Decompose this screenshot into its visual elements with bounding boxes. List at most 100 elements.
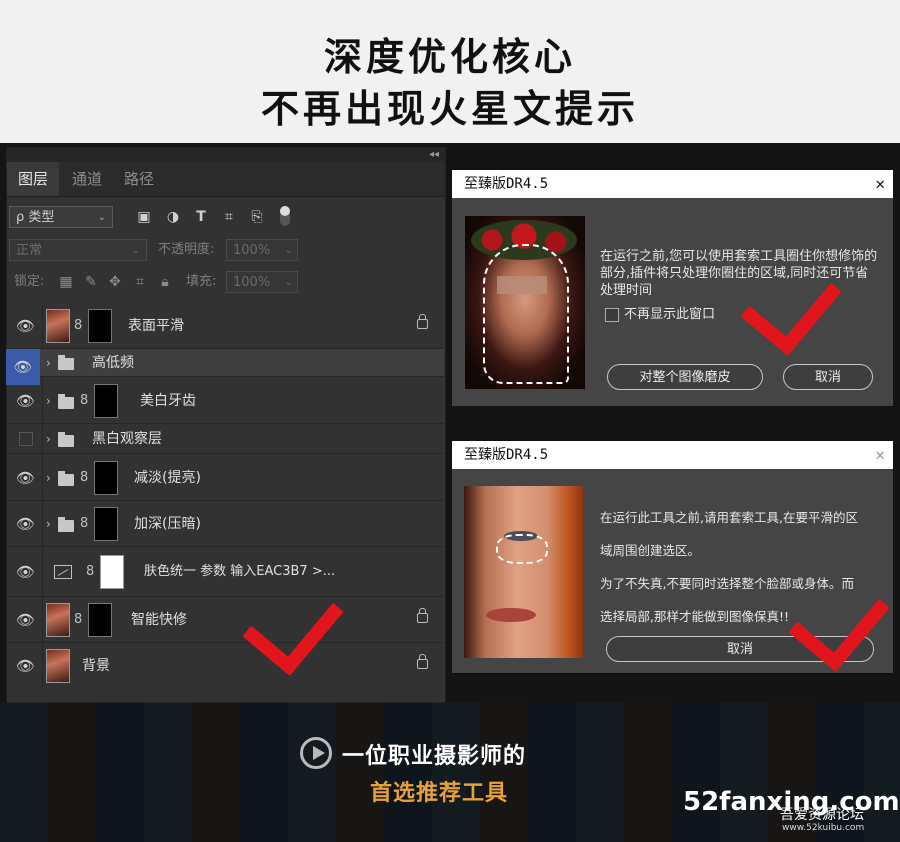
- chevron-right-icon[interactable]: ›: [46, 501, 51, 547]
- filter-value: ρ 类型: [16, 210, 55, 225]
- tab-channels[interactable]: 通道: [61, 162, 113, 196]
- chevron-right-icon[interactable]: ›: [46, 349, 51, 377]
- layer-mask-thumbnail[interactable]: [88, 603, 112, 637]
- layer-row[interactable]: 👁︎ › 8 减淡(提亮): [6, 455, 444, 501]
- eye-icon[interactable]: 👁︎: [16, 317, 35, 335]
- dialog-title: 至臻版DR4.5 ✕: [452, 441, 893, 469]
- link-icon: 8: [80, 393, 89, 408]
- smart-object-filter-icon[interactable]: ⎘: [248, 206, 266, 228]
- collapse-icon[interactable]: ◂◂: [429, 148, 439, 162]
- lock-position-icon[interactable]: ✥: [106, 271, 124, 293]
- filter-toggle[interactable]: [280, 206, 290, 226]
- chevron-down-icon: ⌄: [97, 212, 106, 223]
- layer-name: 智能快修: [131, 612, 187, 628]
- eye-icon[interactable]: 👁︎: [16, 657, 35, 675]
- watermark-url: www.52kuibu.com: [782, 823, 865, 833]
- eye-icon[interactable]: 👁︎: [16, 611, 35, 629]
- layer-row[interactable]: 👁︎ 8 肤色统一 参数 输入EAC3B7 >...: [6, 547, 444, 597]
- folder-icon: [58, 394, 74, 409]
- shape-filter-icon[interactable]: ⌗: [220, 206, 238, 228]
- adjustment-filter-icon[interactable]: ◑: [164, 206, 182, 228]
- portrait-preview-image: [464, 486, 583, 658]
- chevron-right-icon[interactable]: ›: [46, 378, 51, 424]
- layer-row[interactable]: 👁︎ 8 表面平滑: [6, 303, 444, 349]
- layer-filter-select[interactable]: ρ 类型 ⌄: [9, 206, 113, 228]
- link-icon: 8: [80, 470, 89, 485]
- lock-icon: [417, 608, 428, 623]
- message-line: 域周围创建选区。: [600, 543, 701, 558]
- folder-icon: [58, 355, 74, 370]
- blend-mode-value: 正常: [16, 243, 43, 258]
- headline-line2: 不再出现火星文提示: [260, 87, 639, 131]
- lock-transparent-icon[interactable]: ▦: [57, 271, 75, 293]
- layer-name: 减淡(提亮): [134, 470, 201, 486]
- layer-thumbnail: [46, 649, 70, 683]
- layer-name: 美白牙齿: [140, 393, 196, 409]
- layer-row[interactable]: 👁︎ › 8 加深(压暗): [6, 501, 444, 547]
- cancel-button[interactable]: 取消: [783, 364, 873, 390]
- layer-row[interactable]: 👁︎ › 高低频: [6, 349, 444, 385]
- portrait-preview-image: [465, 216, 585, 389]
- headline-line1: 深度优化核心: [323, 35, 576, 79]
- dialog-title-text: 至臻版DR4.5: [464, 176, 549, 192]
- lock-icon: [417, 654, 428, 669]
- eye-icon[interactable]: 👁︎: [16, 563, 35, 581]
- dont-show-checkbox[interactable]: [605, 308, 619, 322]
- chevron-down-icon: ⌄: [284, 277, 293, 288]
- play-icon: [300, 737, 332, 769]
- eye-icon[interactable]: 👁︎: [16, 515, 35, 533]
- eye-icon[interactable]: 👁︎: [16, 392, 35, 410]
- layer-mask-thumbnail[interactable]: [94, 507, 118, 541]
- fill-label: 填充:: [186, 274, 217, 289]
- close-icon[interactable]: ✕: [875, 441, 885, 469]
- lasso-selection: [496, 534, 548, 564]
- opacity-field[interactable]: 100% ⌄: [226, 239, 298, 261]
- folder-icon: [58, 471, 74, 486]
- panel-titlebar: ◂◂: [7, 148, 445, 162]
- close-icon[interactable]: ✕: [875, 170, 885, 198]
- smooth-whole-image-button[interactable]: 对整个图像磨皮: [607, 364, 763, 390]
- link-icon: 8: [74, 612, 83, 627]
- layer-mask-thumbnail[interactable]: [94, 384, 118, 418]
- eye-icon[interactable]: 👁︎: [16, 469, 35, 487]
- fill-value: 100%: [233, 275, 271, 290]
- slogan-line2: 首选推荐工具: [370, 781, 509, 806]
- link-icon: 8: [80, 516, 89, 531]
- layer-mask-thumbnail[interactable]: [100, 555, 124, 589]
- layer-name: 加深(压暗): [134, 516, 201, 532]
- image-filter-icon[interactable]: ▣: [135, 206, 153, 228]
- type-filter-icon[interactable]: T: [192, 206, 210, 228]
- lock-label: 锁定:: [14, 274, 45, 289]
- blend-mode-select[interactable]: 正常 ⌄: [9, 239, 147, 261]
- lock-icon: [417, 314, 428, 329]
- folder-icon: [58, 517, 74, 532]
- dont-show-label: 不再显示此窗口: [624, 307, 716, 322]
- opacity-label: 不透明度:: [158, 242, 215, 257]
- layer-name: 表面平滑: [128, 318, 184, 334]
- layer-row[interactable]: 👁︎ › 8 美白牙齿: [6, 378, 444, 424]
- slogan-line1: 一位职业摄影师的: [342, 744, 527, 769]
- layer-name: 黑白观察层: [92, 431, 162, 447]
- tab-paths[interactable]: 路径: [113, 162, 165, 196]
- layer-row[interactable]: 👁︎ 8 智能快修: [6, 597, 444, 643]
- layer-thumbnail: [46, 603, 70, 637]
- chevron-right-icon[interactable]: ›: [46, 455, 51, 501]
- layer-row[interactable]: 👁︎ 背景: [6, 643, 444, 689]
- lock-all-icon[interactable]: 🔒︎: [156, 271, 174, 293]
- link-icon: 8: [74, 318, 83, 333]
- opacity-value: 100%: [233, 243, 271, 258]
- layer-mask-thumbnail[interactable]: [88, 309, 112, 343]
- curves-adjustment-icon: [54, 565, 72, 579]
- tab-layers[interactable]: 图层: [7, 162, 59, 196]
- lock-artboard-icon[interactable]: ⌗: [131, 271, 149, 293]
- dialog-title-text: 至臻版DR4.5: [464, 447, 549, 463]
- visibility-box[interactable]: [19, 432, 33, 446]
- layer-row[interactable]: › 黑白观察层: [6, 424, 444, 454]
- layer-mask-thumbnail[interactable]: [94, 461, 118, 495]
- chevron-right-icon[interactable]: ›: [46, 424, 51, 454]
- link-icon: 8: [86, 564, 95, 579]
- panel-tabs: 图层 通道 路径: [7, 162, 445, 197]
- fill-field[interactable]: 100% ⌄: [226, 271, 298, 293]
- layer-name: 高低频: [92, 355, 134, 371]
- lock-brush-icon[interactable]: ✎: [82, 271, 100, 293]
